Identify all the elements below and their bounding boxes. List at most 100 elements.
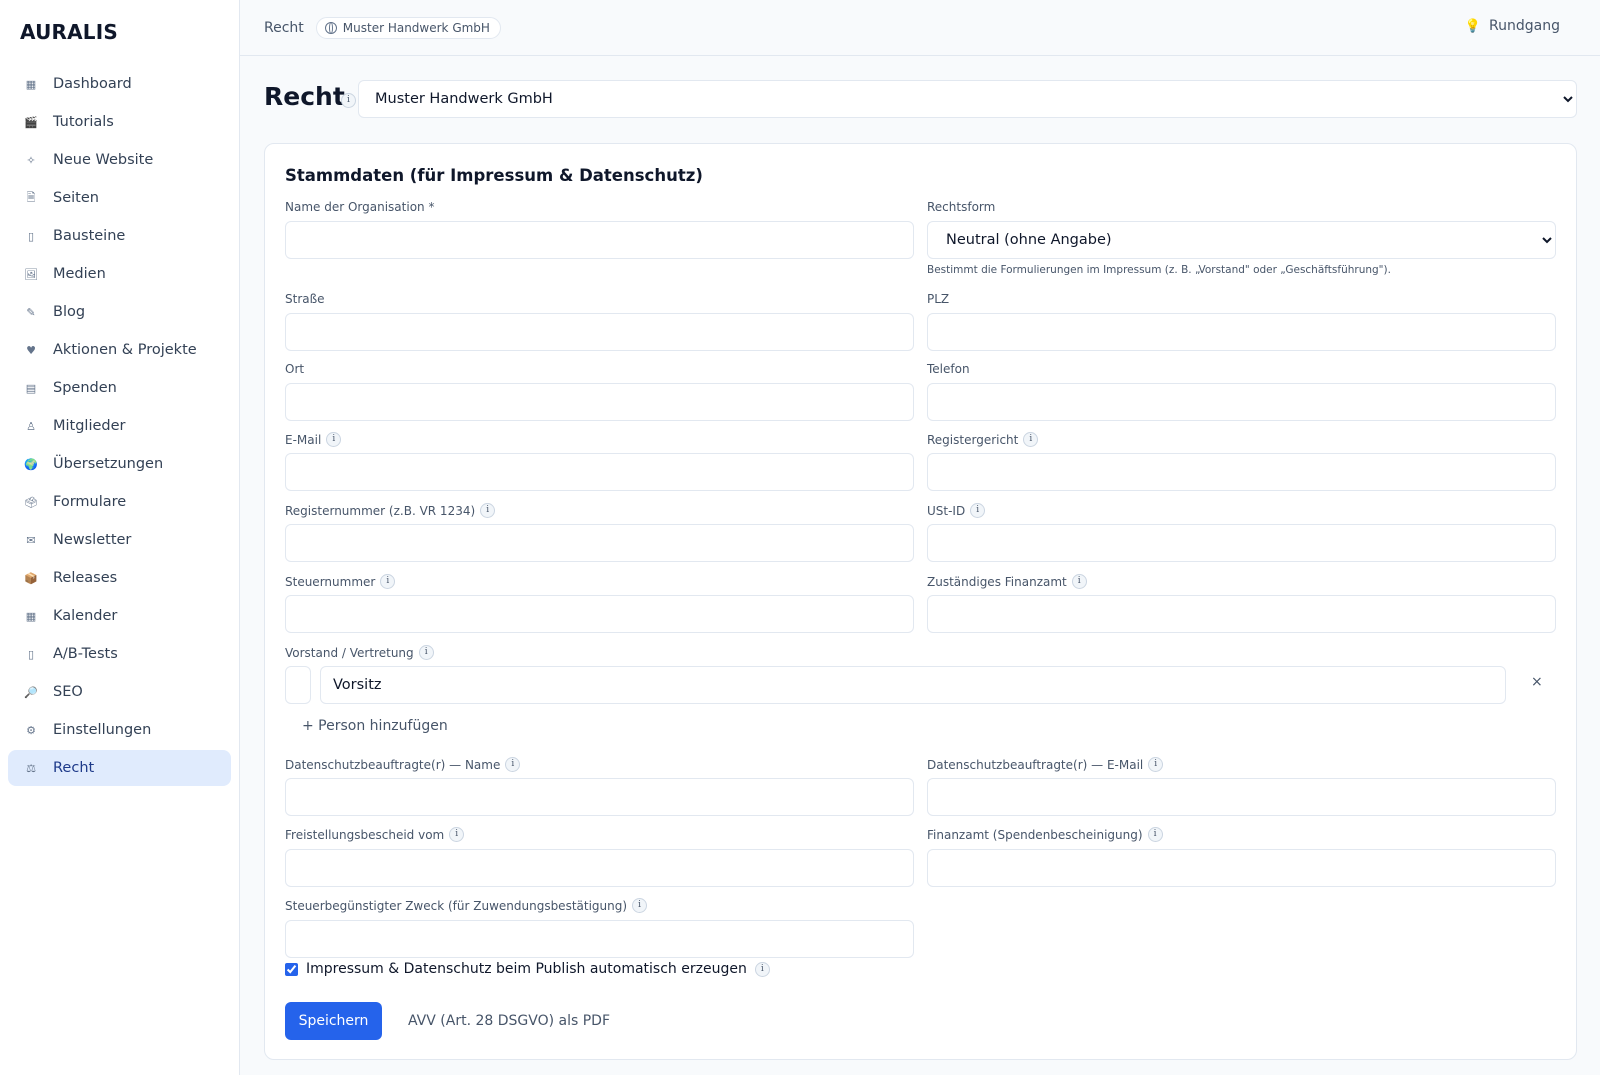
heart-icon: ♥ xyxy=(26,343,36,357)
sidebar-item-neue-website[interactable]: ✧ Neue Website xyxy=(8,142,231,178)
sidebar-item-seo[interactable]: 🔎 SEO xyxy=(8,674,231,710)
dsb-email-input[interactable] xyxy=(927,778,1556,816)
vorstand-info-icon[interactable]: i xyxy=(418,645,434,660)
block-icon: ▯ xyxy=(27,229,35,243)
finanzamt-spenden-info-icon[interactable]: i xyxy=(1147,827,1163,842)
dsb-name-info-icon[interactable]: i xyxy=(505,757,521,772)
clapper-icon: 🎬 xyxy=(24,115,38,129)
sidebar-item-label: Blog xyxy=(53,304,86,320)
sidebar-item-formulare[interactable]: 🗳 Formulare xyxy=(8,484,231,520)
tour-button[interactable]: 💡 Rundgang xyxy=(1465,18,1560,34)
person-name-input[interactable] xyxy=(285,666,311,704)
ustid-info-icon[interactable]: i xyxy=(970,503,986,518)
org-pill-label: Muster Handwerk GmbH xyxy=(342,20,490,35)
registergericht-info-icon[interactable]: i xyxy=(1023,432,1039,447)
freistellung-input[interactable] xyxy=(285,849,914,887)
registernummer-input[interactable] xyxy=(285,524,914,562)
telefon-input[interactable] xyxy=(927,383,1556,421)
rechtsform-label: Rechtsform xyxy=(927,200,996,214)
telefon-label: Telefon xyxy=(927,362,970,376)
card-title: Stammdaten (für Impressum & Datenschutz) xyxy=(285,166,703,185)
finanzamt-input[interactable] xyxy=(927,595,1556,633)
app-logo: AURALIS xyxy=(20,20,118,44)
avv-pdf-link[interactable]: AVV (Art. 28 DSGVO) als PDF xyxy=(408,1013,610,1029)
sidebar-item-label: Seiten xyxy=(53,190,99,206)
sidebar-item-newsletter[interactable]: ✉ Newsletter xyxy=(8,522,231,558)
sidebar-item-mitglieder[interactable]: ♙ Mitglieder xyxy=(8,408,231,444)
sidebar-item-medien[interactable]: 🖼 Medien xyxy=(8,256,231,292)
name-input[interactable] xyxy=(285,221,914,259)
scales-icon: ⚖ xyxy=(26,761,36,775)
ort-input[interactable] xyxy=(285,383,914,421)
dsb-email-info-icon[interactable]: i xyxy=(1148,757,1164,772)
email-label: E-Mail i xyxy=(285,432,342,447)
finanzamt-spenden-input[interactable] xyxy=(927,849,1556,887)
package-icon: 📦 xyxy=(24,571,38,585)
email-info-icon[interactable]: i xyxy=(326,432,342,447)
finanzamt-spenden-label: Finanzamt (Spendenbescheinigung) i xyxy=(927,827,1163,842)
sidebar-item-a-b-tests[interactable]: ▯ A/B-Tests xyxy=(8,636,231,672)
sidebar-item-bausteine[interactable]: ▯ Bausteine xyxy=(8,218,231,254)
sidebar-nav: ▦ Dashboard 🎬 Tutorials ✧ Neue Website 🗎 Seiten… xyxy=(8,66,231,788)
rechtsform-hint: Bestimmt die Formulierungen im Impressum… xyxy=(927,264,1391,276)
sidebar-item-einstellungen[interactable]: ⚙ Einstellungen xyxy=(8,712,231,748)
sidebar-item-dashboard[interactable]: ▦ Dashboard xyxy=(8,66,231,102)
sidebar-item-label: Formulare xyxy=(53,494,127,510)
plz-input[interactable] xyxy=(927,313,1556,351)
page-icon: 🗎 xyxy=(26,190,36,204)
save-button[interactable]: Speichern xyxy=(285,1002,382,1040)
strasse-label: Straße xyxy=(285,292,325,306)
dsb-email-label: Datenschutzbeauftragte(r) — E-Mail i xyxy=(927,757,1164,772)
sidebar-item-aktionen-projekte[interactable]: ♥ Aktionen & Projekte xyxy=(8,332,231,368)
sidebar-item-releases[interactable]: 📦 Releases xyxy=(8,560,231,596)
registernummer-info-icon[interactable]: i xyxy=(480,503,496,518)
registergericht-input[interactable] xyxy=(927,453,1556,491)
organization-select[interactable]: Muster Handwerk GmbH xyxy=(358,80,1577,118)
auto-generate-info-icon[interactable]: i xyxy=(754,961,770,977)
sidebar-item-übersetzungen[interactable]: 🌍 Übersetzungen xyxy=(8,446,231,482)
breadcrumb[interactable]: Recht xyxy=(264,20,304,36)
ustid-input[interactable] xyxy=(927,524,1556,562)
freistellung-info-icon[interactable]: i xyxy=(449,827,465,842)
sidebar-item-label: SEO xyxy=(53,684,83,700)
lightbulb-icon: 💡 xyxy=(1464,18,1482,34)
steuernummer-info-icon[interactable]: i xyxy=(380,574,396,589)
zweck-info-icon[interactable]: i xyxy=(632,898,648,913)
steuernummer-label: Steuernummer i xyxy=(285,574,396,589)
auto-generate-checkbox[interactable] xyxy=(285,962,298,976)
sidebar-item-label: Medien xyxy=(53,266,106,282)
sidebar-item-seiten[interactable]: 🗎 Seiten xyxy=(8,180,231,216)
calendar-icon: ▦ xyxy=(25,609,37,623)
sidebar-item-kalender[interactable]: ▦ Kalender xyxy=(8,598,231,634)
person-role-input[interactable] xyxy=(320,666,1506,704)
org-pill[interactable]: Muster Handwerk GmbH xyxy=(315,16,501,39)
dsb-name-input[interactable] xyxy=(285,778,914,816)
name-label: Name der Organisation * xyxy=(285,200,435,214)
sidebar-item-label: Dashboard xyxy=(53,76,132,92)
finanzamt-info-icon[interactable]: i xyxy=(1071,574,1087,589)
dsb-name-label: Datenschutzbeauftragte(r) — Name i xyxy=(285,757,521,772)
email-input[interactable] xyxy=(285,453,914,491)
remove-person-button[interactable]: × xyxy=(1531,674,1543,690)
sidebar-item-tutorials[interactable]: 🎬 Tutorials xyxy=(8,104,231,140)
sidebar-item-spenden[interactable]: ▤ Spenden xyxy=(8,370,231,406)
members-icon: ♙ xyxy=(26,419,36,433)
gear-icon: ⚙ xyxy=(26,723,36,737)
test-icon: ▯ xyxy=(27,647,35,661)
auto-generate-row: Impressum & Datenschutz beim Publish aut… xyxy=(285,961,770,977)
title-info-icon[interactable]: i xyxy=(341,93,356,108)
magnifier-icon: 🔎 xyxy=(24,685,38,699)
sidebar-item-label: Newsletter xyxy=(53,532,132,548)
add-person-button[interactable]: + Person hinzufügen xyxy=(302,718,448,734)
sidebar-item-label: Releases xyxy=(53,570,118,586)
globe-icon: 🌍 xyxy=(24,457,38,471)
strasse-input[interactable] xyxy=(285,313,914,351)
topbar: Recht Muster Handwerk GmbH 💡 Rundgang xyxy=(240,0,1600,56)
form-icon: 🗳 xyxy=(24,495,38,509)
ort-label: Ort xyxy=(285,362,305,376)
sidebar-item-recht[interactable]: ⚖ Recht xyxy=(8,750,231,786)
sidebar-item-blog[interactable]: ✎ Blog xyxy=(8,294,231,330)
rechtsform-select[interactable]: Neutral (ohne Angabe) xyxy=(927,221,1556,259)
steuernummer-input[interactable] xyxy=(285,595,914,633)
zweck-input[interactable] xyxy=(285,920,914,958)
